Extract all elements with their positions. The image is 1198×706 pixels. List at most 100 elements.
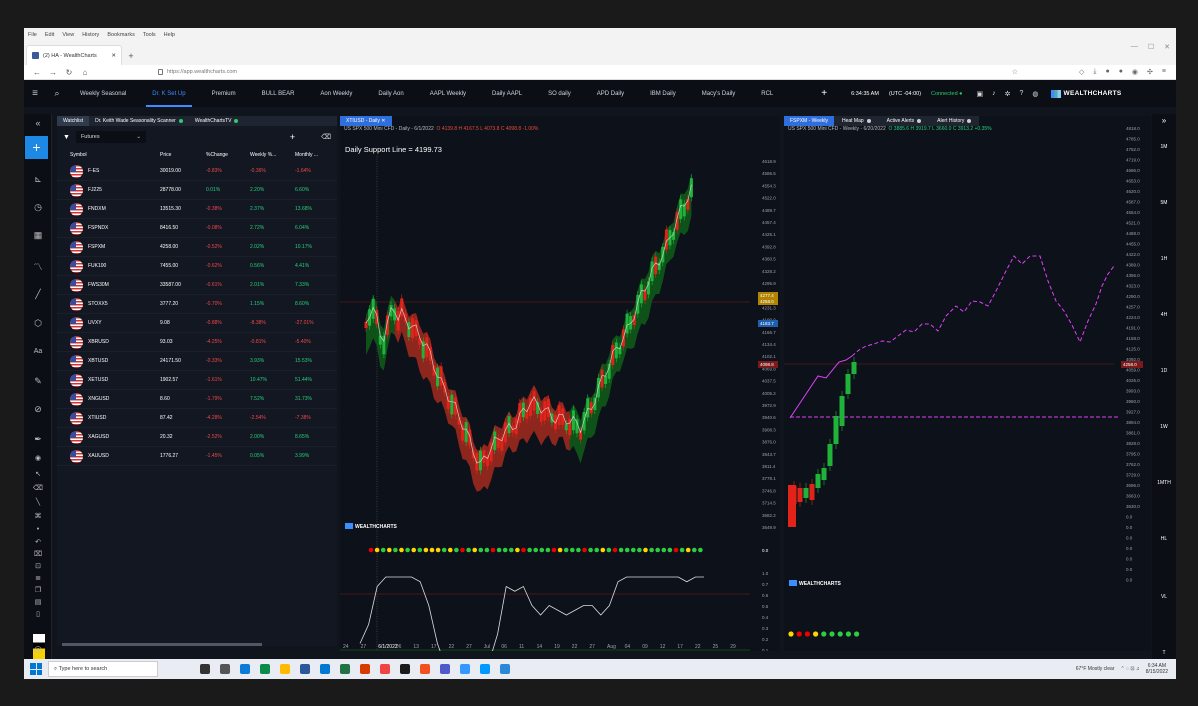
reload-icon[interactable]: ↻ bbox=[64, 68, 74, 77]
layout-tab[interactable]: Macy's Daily bbox=[696, 91, 741, 97]
taskbar-app-icon[interactable] bbox=[320, 664, 330, 674]
brush-icon[interactable]: ╲ bbox=[24, 498, 52, 506]
tag-icon[interactable]: ⌘ bbox=[24, 512, 52, 520]
layout-tab[interactable]: Dr. K Set Up bbox=[146, 91, 192, 107]
globe-icon[interactable]: ◎ bbox=[24, 644, 52, 655]
table-row[interactable]: FSPNDX 8416.50 -0.08% 2.72% 6.04% bbox=[57, 219, 337, 238]
gear-icon[interactable]: ✲ bbox=[1005, 90, 1011, 98]
clock-icon[interactable]: ◷ bbox=[24, 202, 52, 213]
menu-icon[interactable]: ≡ bbox=[1162, 68, 1166, 76]
pen-icon[interactable]: ✒ bbox=[24, 434, 52, 445]
layout-tab[interactable]: RCL bbox=[755, 91, 779, 97]
timeframe-button[interactable]: HL bbox=[1152, 536, 1176, 542]
menu-item[interactable]: File bbox=[28, 32, 37, 38]
tray-clock[interactable]: 6:34 AM 8/15/2022 bbox=[1146, 663, 1168, 675]
layout-tab[interactable]: Daily Aon bbox=[372, 91, 409, 97]
layout-tab[interactable]: Premium bbox=[206, 91, 242, 97]
table-row[interactable]: FJ225 28778.00 0.01% 2.20% 6.60% bbox=[57, 181, 337, 200]
taskbar-app-icon[interactable] bbox=[260, 664, 270, 674]
download-icon[interactable]: ⤓ bbox=[1093, 68, 1096, 76]
timeframe-button[interactable]: VL bbox=[1152, 594, 1176, 600]
cursor-icon[interactable]: ↖ bbox=[24, 470, 52, 478]
taskbar-app-icon[interactable] bbox=[420, 664, 430, 674]
table-row[interactable]: FWS30M 33587.00 -0.61% 2.01% 7.33% bbox=[57, 276, 337, 295]
list-icon[interactable]: ▤ bbox=[24, 598, 52, 606]
search-icon[interactable]: ⌕ bbox=[46, 88, 68, 99]
timeframe-button[interactable]: 1H bbox=[1152, 256, 1176, 262]
tab-watchlist[interactable]: Watchlist bbox=[57, 116, 90, 126]
save-icon[interactable]: ▣ bbox=[977, 90, 984, 98]
table-row[interactable]: XAGUSD 20.32 -2.52% 2.00% 8.65% bbox=[57, 428, 337, 447]
tab-scanner[interactable]: Dr. Keith Wade Seasonality Scanner bbox=[89, 118, 189, 124]
menu-item[interactable]: Edit bbox=[45, 32, 54, 38]
table-row[interactable]: XETUSD 1902.57 -1.61% 10.47% 51.44% bbox=[57, 371, 337, 390]
timeframe-button[interactable]: 1D bbox=[1152, 368, 1176, 374]
extension-icon[interactable]: ◉ bbox=[1132, 68, 1138, 76]
menu-item[interactable]: View bbox=[62, 32, 74, 38]
taskbar-search[interactable]: ⌕ Type here to search bbox=[48, 661, 158, 677]
add-symbol-button[interactable]: + bbox=[290, 132, 295, 142]
shape-icon[interactable]: ⬡ bbox=[24, 318, 52, 329]
calendar-icon[interactable]: ▦ bbox=[24, 230, 52, 241]
layout-tab[interactable]: IBM Daily bbox=[644, 91, 682, 97]
table-row[interactable]: UVXY 9.08 -0.88% -8.38% -27.01% bbox=[57, 314, 337, 333]
taskbar-app-icon[interactable] bbox=[220, 664, 230, 674]
taskbar-app-icon[interactable] bbox=[300, 664, 310, 674]
layout-tab[interactable]: Daily AAPL bbox=[486, 91, 528, 97]
maximize-icon[interactable]: ☐ bbox=[1148, 43, 1154, 51]
trash-icon[interactable]: ⌧ bbox=[24, 550, 52, 558]
add-button[interactable]: + bbox=[25, 136, 48, 159]
taskbar-app-icon[interactable] bbox=[240, 664, 250, 674]
layers-icon[interactable]: ≣ bbox=[24, 574, 52, 582]
minimize-icon[interactable]: — bbox=[1131, 43, 1138, 51]
col-change[interactable]: %Change bbox=[206, 152, 250, 158]
taskbar-app-icon[interactable] bbox=[200, 664, 210, 674]
eye-icon[interactable]: ◉ bbox=[24, 454, 52, 462]
home-icon[interactable]: ⌂ bbox=[80, 68, 90, 77]
eraser-icon[interactable]: ⌫ bbox=[321, 133, 331, 141]
col-weekly[interactable]: Weekly %... bbox=[250, 152, 295, 158]
dot-icon[interactable]: • bbox=[24, 526, 52, 533]
taskbar-app-icon[interactable] bbox=[380, 664, 390, 674]
text-icon[interactable]: Aa bbox=[24, 348, 52, 355]
table-row[interactable]: FNDXM 13515.30 -0.38% 2.37% 13.68% bbox=[57, 200, 337, 219]
col-monthly[interactable]: Monthly ... bbox=[295, 152, 335, 158]
tab-wealthchartstv[interactable]: WealthChartsTV bbox=[189, 118, 245, 124]
help-icon[interactable]: ? bbox=[1020, 90, 1024, 98]
eraser-icon[interactable]: ⌫ bbox=[24, 484, 52, 492]
pencil-icon[interactable]: ✎ bbox=[24, 376, 52, 387]
taskbar-app-icon[interactable] bbox=[440, 664, 450, 674]
extension-icon[interactable]: ✣ bbox=[1147, 68, 1153, 76]
layout-tab[interactable]: BULL BEAR bbox=[256, 91, 301, 97]
menu-item[interactable]: Bookmarks bbox=[107, 32, 135, 38]
timeframe-button[interactable]: 1M bbox=[1152, 144, 1176, 150]
table-row[interactable]: XTIUSD 87.42 -4.28% -2.54% -7.38% bbox=[57, 409, 337, 428]
table-row[interactable]: XBRUSD 93.03 -4.25% -0.81% -5.40% bbox=[57, 333, 337, 352]
forward-icon[interactable]: → bbox=[48, 68, 58, 77]
hamburger-icon[interactable]: ≡ bbox=[24, 88, 46, 99]
layout-tab[interactable]: APD Daily bbox=[591, 91, 630, 97]
layout-tab[interactable]: AAPL Weekly bbox=[424, 91, 472, 97]
layout-tab[interactable]: SO daily bbox=[542, 91, 577, 97]
table-row[interactable]: STOXX5 3777.20 -0.70% 1.15% 8.60% bbox=[57, 295, 337, 314]
avatar[interactable]: ◍ bbox=[1032, 90, 1038, 98]
table-row[interactable]: XAUUSD 1776.27 -1.45% 0.05% 3.99% bbox=[57, 447, 337, 466]
line-icon[interactable]: ╱ bbox=[24, 289, 52, 300]
taskbar-app-icon[interactable] bbox=[400, 664, 410, 674]
windows-start-icon[interactable] bbox=[30, 663, 42, 675]
menu-item[interactable]: Tools bbox=[143, 32, 156, 38]
timeframe-button[interactable]: T bbox=[1152, 650, 1176, 656]
col-symbol[interactable]: Symbol bbox=[70, 152, 160, 158]
list-select[interactable]: Futures ⌄ bbox=[75, 131, 146, 143]
ruler-icon[interactable]: ⊘ bbox=[24, 404, 52, 415]
timeframe-button[interactable]: 1W bbox=[1152, 424, 1176, 430]
add-layout-button[interactable]: + bbox=[821, 88, 827, 99]
close-window-icon[interactable]: ✕ bbox=[1164, 43, 1170, 51]
layout-tab[interactable]: Aon Weekly bbox=[314, 91, 358, 97]
menu-item[interactable]: Help bbox=[164, 32, 175, 38]
taskbar-app-icon[interactable] bbox=[480, 664, 490, 674]
browser-tab[interactable]: (2) HA - WealthCharts ✕ bbox=[26, 45, 122, 65]
doc-icon[interactable]: ▯ bbox=[24, 610, 52, 618]
timeframe-button[interactable]: 5M bbox=[1152, 200, 1176, 206]
table-row[interactable]: XBTUSD 24171.50 -0.33% 3.93% 15.53% bbox=[57, 352, 337, 371]
